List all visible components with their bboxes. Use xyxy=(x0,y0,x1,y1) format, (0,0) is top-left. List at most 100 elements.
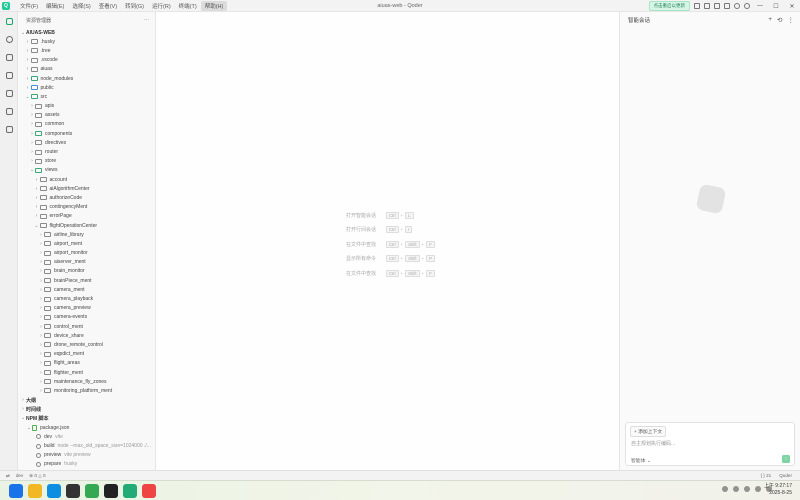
tree-item[interactable]: ⌄ flightOperationCenter xyxy=(18,221,155,230)
taskbar-app-chrome-icon[interactable] xyxy=(85,484,99,498)
send-button[interactable]: ↑ xyxy=(782,455,790,463)
tree-item[interactable]: › errorPage xyxy=(18,212,155,221)
menu-item[interactable]: 查看(V) xyxy=(95,1,121,11)
editor-area[interactable]: 打开智能会话 Ctrl + L 打开行间会话 Ctrl + I 在文件中查找 Ctrl + Shift… xyxy=(156,12,619,470)
tree-item[interactable]: › contingencyMent xyxy=(18,203,155,212)
layout-panel-icon[interactable] xyxy=(704,3,710,9)
maximize-button[interactable]: ☐ xyxy=(770,3,782,10)
section-npm-scripts[interactable]: ⌄ NPM 脚本 xyxy=(18,414,155,423)
search-icon[interactable] xyxy=(0,30,18,48)
tree-item[interactable]: › aiserver_ment xyxy=(18,258,155,267)
tree-item[interactable]: › flighter_ment xyxy=(18,368,155,377)
chat-icon[interactable] xyxy=(0,12,18,30)
more-actions-icon[interactable]: ··· xyxy=(144,17,149,23)
taskbar-app-terminal-icon[interactable] xyxy=(66,484,80,498)
tree-item[interactable]: › flight_areas xyxy=(18,359,155,368)
tree-item[interactable]: › camera_ment xyxy=(18,285,155,294)
npm-script-item[interactable]: build node --max_old_space_size=1024000 .… xyxy=(18,441,155,450)
npm-script-item[interactable]: dev vite xyxy=(18,432,155,441)
tree-item[interactable]: › aiuas xyxy=(18,65,155,74)
taskbar-app-app2-icon[interactable] xyxy=(142,484,156,498)
menu-item[interactable]: 转到(G) xyxy=(121,1,148,11)
menu-item[interactable]: 运行(R) xyxy=(148,1,175,11)
settings-icon[interactable] xyxy=(734,3,740,9)
minimize-button[interactable]: — xyxy=(754,3,766,9)
tree-item[interactable]: › node_modules xyxy=(18,74,155,83)
git-branch[interactable]: dev xyxy=(16,473,23,478)
taskbar-app-edge-icon[interactable] xyxy=(47,484,61,498)
account-icon[interactable] xyxy=(744,3,750,9)
new-chat-icon[interactable]: + xyxy=(768,16,772,24)
chat-input-box[interactable]: + 添加上下文 自主规划执行编码... 智能体 ⌄ ↑ xyxy=(625,422,795,466)
tree-item[interactable]: › aiAlgorithmCenter xyxy=(18,184,155,193)
more-icon[interactable]: ⋮ xyxy=(788,16,795,24)
tree-item[interactable]: › components xyxy=(18,129,155,138)
tree-item[interactable]: › brain_monitor xyxy=(18,267,155,276)
tree-item[interactable]: › public xyxy=(18,83,155,92)
update-badge-button[interactable]: 点击重启以更新 xyxy=(648,1,690,11)
tree-item[interactable]: ⌄ src xyxy=(18,92,155,101)
tree-item[interactable]: › apis xyxy=(18,102,155,111)
taskbar-app-start-icon[interactable] xyxy=(9,484,23,498)
menu-item[interactable]: 帮助(H) xyxy=(200,0,228,11)
remote-icon[interactable] xyxy=(0,102,18,120)
tree-item[interactable]: › airline_library xyxy=(18,230,155,239)
tray-icon[interactable] xyxy=(722,486,728,492)
npm-script-item[interactable]: prepare husky xyxy=(18,460,155,469)
tree-item[interactable]: › .tree xyxy=(18,46,155,55)
menu-item[interactable]: 选择(S) xyxy=(68,1,94,11)
tree-item[interactable]: › authorizeCode xyxy=(18,193,155,202)
tree-item[interactable]: ⌄ views xyxy=(18,166,155,175)
tree-item[interactable]: › store xyxy=(18,157,155,166)
menu-item[interactable]: 文件(F) xyxy=(16,1,42,11)
status-brackets[interactable]: { } 21 xyxy=(760,473,771,478)
run-debug-icon[interactable] xyxy=(0,84,18,102)
taskbar-app-app-icon[interactable] xyxy=(123,484,137,498)
tree-item[interactable]: › airport_monitor xyxy=(18,249,155,258)
menu-item[interactable]: 终端(T) xyxy=(175,1,201,11)
section-outline[interactable]: › 大纲 xyxy=(18,396,155,405)
taskbar-app-qoder-icon[interactable] xyxy=(104,484,118,498)
tree-root[interactable]: ⌄ AIUAS-WEB xyxy=(18,28,155,37)
add-context-button[interactable]: + 添加上下文 xyxy=(630,426,667,437)
chat-input-placeholder[interactable]: 自主规划执行编码... xyxy=(631,440,675,447)
remote-indicator-icon[interactable]: ⇄ xyxy=(6,473,10,479)
npm-package[interactable]: ⌄ package.json xyxy=(18,423,155,432)
tray-icon[interactable] xyxy=(733,486,739,492)
layout-customize-icon[interactable] xyxy=(724,3,730,9)
tree-item[interactable]: › camera_playback xyxy=(18,294,155,303)
clock[interactable]: 上午 9:27:17 2025-8-25 xyxy=(764,483,792,497)
source-control-icon[interactable] xyxy=(0,48,18,66)
tree-item[interactable]: › router xyxy=(18,147,155,156)
tree-item[interactable]: › .vscode xyxy=(18,56,155,65)
tree-item[interactable]: › directives xyxy=(18,138,155,147)
npm-script-item[interactable]: preview vite preview xyxy=(18,451,155,460)
menu-item[interactable]: 编辑(E) xyxy=(42,1,68,11)
tree-item[interactable]: › maintenance_fly_zones xyxy=(18,377,155,386)
wifi-icon[interactable] xyxy=(744,486,750,492)
extensions-icon[interactable] xyxy=(0,66,18,84)
tree-item[interactable]: › eqpdict_ment xyxy=(18,350,155,359)
tree-item[interactable]: › account xyxy=(18,175,155,184)
tree-item[interactable]: › drone_remote_control xyxy=(18,340,155,349)
volume-icon[interactable] xyxy=(755,486,761,492)
tree-item[interactable]: › .husky xyxy=(18,37,155,46)
agent-mode-select[interactable]: 智能体 ⌄ xyxy=(631,457,651,464)
problems-indicator[interactable]: ⊗ 0 △ 0 xyxy=(29,473,45,479)
layout-sidebar-icon[interactable] xyxy=(694,3,700,9)
tree-item[interactable]: › monitoring_platform_ment xyxy=(18,386,155,395)
tree-item[interactable]: › common xyxy=(18,120,155,129)
history-icon[interactable]: ⟲ xyxy=(777,16,782,24)
taskbar-app-files-icon[interactable] xyxy=(28,484,42,498)
tree-item[interactable]: › assets xyxy=(18,111,155,120)
explorer-icon[interactable] xyxy=(0,120,18,138)
tree-item[interactable]: › device_share xyxy=(18,331,155,340)
tree-item[interactable]: › airport_ment xyxy=(18,239,155,248)
section-timeline[interactable]: › 时间线 xyxy=(18,405,155,414)
layout-secondary-icon[interactable] xyxy=(714,3,720,9)
tree-item[interactable]: › camera-events xyxy=(18,313,155,322)
close-button[interactable]: ✕ xyxy=(786,3,798,10)
tree-item[interactable]: › camera_preview xyxy=(18,304,155,313)
tree-item[interactable]: › brainPiece_ment xyxy=(18,276,155,285)
status-qoder[interactable]: Qoder xyxy=(779,473,792,478)
